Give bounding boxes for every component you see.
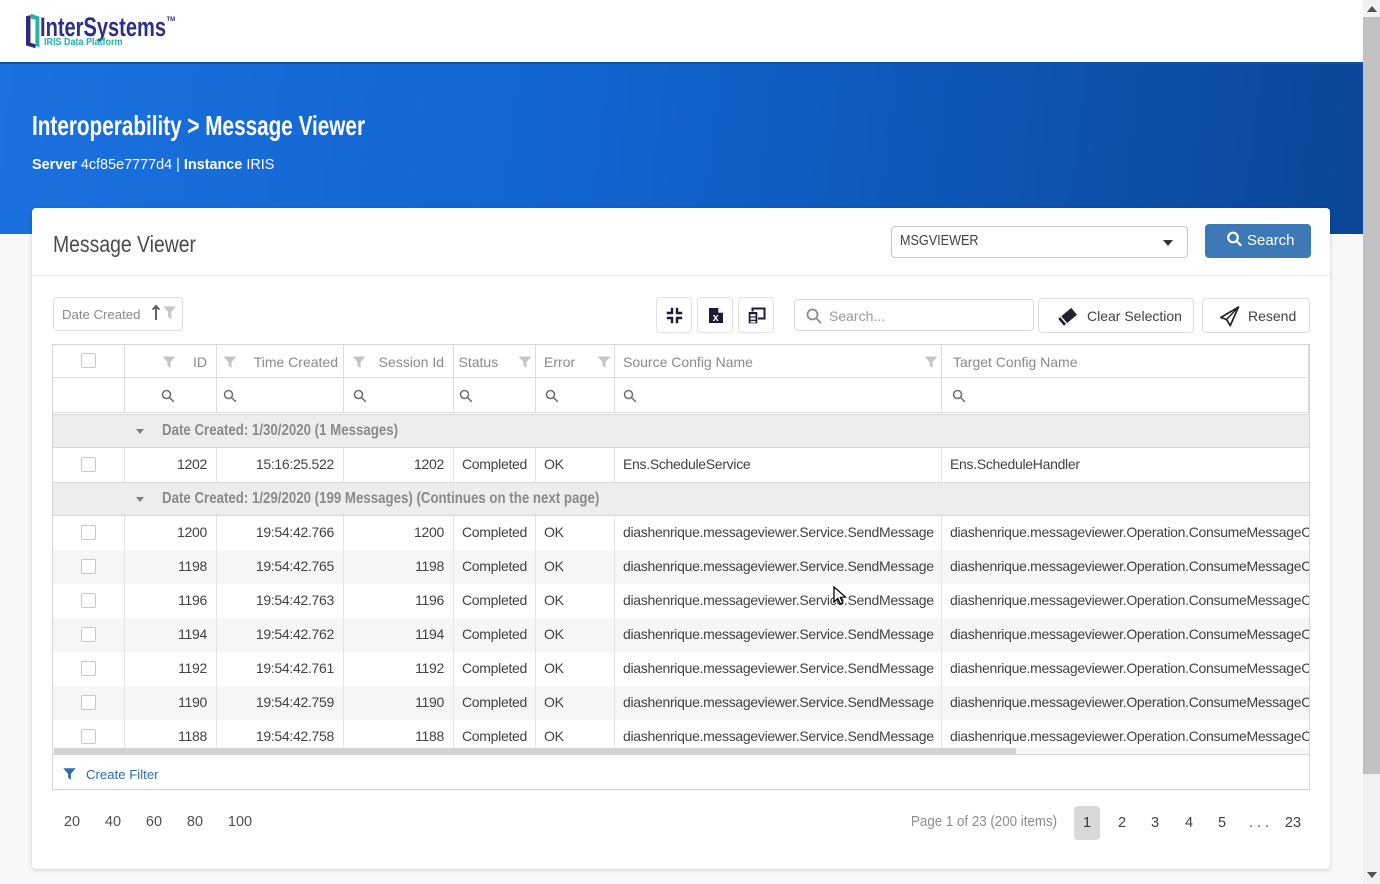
svg-text:x: x (713, 312, 720, 323)
